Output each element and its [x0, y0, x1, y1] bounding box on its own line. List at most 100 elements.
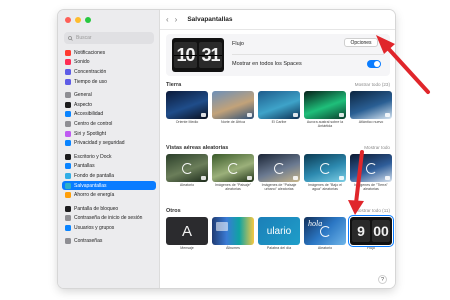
thumbnail-caption: Aurora austral sobre la Antártida: [306, 120, 344, 129]
sidebar-item[interactable]: Siri y Spotlight: [62, 129, 156, 139]
sidebar-item[interactable]: Privacidad y seguridad: [62, 138, 156, 148]
thumbnail-image: [304, 91, 346, 119]
search-field[interactable]: [64, 32, 154, 44]
lock-icon: [65, 205, 71, 212]
screensaver-thumbnail[interactable]: Imágenes de "Bajo el agua" aleatorias: [304, 154, 346, 192]
thumbnail-caption: Imágenes de "Bajo el agua" aleatorias: [307, 183, 343, 192]
sidebar-item[interactable]: Tiempo de uso: [62, 77, 156, 87]
sidebar-item[interactable]: Centro de control: [62, 119, 156, 129]
search-input[interactable]: [76, 35, 151, 41]
options-button[interactable]: Opciones: [344, 38, 378, 47]
thumbnail-caption: Álbumes: [226, 246, 240, 250]
window-controls: [65, 17, 91, 23]
sidebar-item-label: Fondo de pantalla: [74, 172, 115, 179]
screensaver-thumbnail[interactable]: ulario Palabra del día: [258, 217, 300, 250]
thumbnail-caption: Norte de África: [221, 120, 245, 124]
appearance-icon: [65, 101, 71, 108]
sidebar-item-label: Concentración: [74, 68, 107, 75]
thumbnail-image: hola: [304, 217, 346, 245]
screensaver-thumbnail[interactable]: Imágenes de "Paisaje" aleatorias: [212, 154, 254, 192]
forward-chevron-icon[interactable]: ›: [175, 15, 178, 24]
thumbnail-image: [350, 154, 392, 182]
thumbnail-image: [350, 91, 392, 119]
sidebar-item-label: Centro de control: [74, 120, 113, 127]
sidebar-item[interactable]: General: [62, 90, 156, 100]
screensaver-thumbnail[interactable]: Atlántico nuevo: [350, 91, 392, 129]
video-badge-icon: [385, 176, 390, 180]
photo-collage-icon: [216, 222, 228, 231]
thumbnail-caption: Atlántico nuevo: [358, 120, 384, 124]
thumbnail-caption: Imágenes de "Paisaje urbano" aleatorias: [261, 183, 297, 192]
screensaver-thumbnail[interactable]: Oriente Medio: [166, 91, 208, 129]
close-button[interactable]: [65, 17, 71, 23]
sidebar-item[interactable]: Escritorio y Dock: [62, 152, 156, 162]
screensaver-thumbnail[interactable]: Imágenes de "Paisaje urbano" aleatorias: [258, 154, 300, 192]
users-icon: [65, 224, 71, 231]
sidebar-item-label: Salvapantallas: [74, 182, 107, 189]
sidebar-item[interactable]: Accesibilidad: [62, 110, 156, 120]
zoom-button[interactable]: [85, 17, 91, 23]
sidebar-item-label: Usuarios y grupos: [74, 224, 115, 231]
screensaver-thumbnail[interactable]: hola Aleatorio: [304, 217, 346, 250]
back-chevron-icon[interactable]: ‹: [166, 15, 169, 24]
sidebar-item-label: Accesibilidad: [74, 111, 104, 118]
shuffle-icon: [273, 162, 285, 174]
bell-icon: [65, 49, 71, 56]
message-text: A: [181, 222, 192, 240]
sidebar-item[interactable]: Salvapantallas: [62, 180, 156, 191]
screensaver-thumbnail[interactable]: A Mensaje: [166, 217, 208, 250]
thumbnail-row: Oriente Medio Norte de África El Caribe Aur…: [166, 91, 392, 129]
sidebar-item[interactable]: Ahorro de energía: [62, 190, 156, 200]
sidebar-item[interactable]: Aspecto: [62, 100, 156, 110]
sidebar-item[interactable]: Usuarios y grupos: [62, 223, 156, 233]
thumbnail-image: [258, 91, 300, 119]
sidebar-item-label: Contraseñas: [74, 238, 103, 245]
spaces-label: Mostrar en todos los Spaces: [232, 61, 302, 67]
sidebar-item[interactable]: Concentración: [62, 67, 156, 77]
sidebar-item-label: Privacidad y seguridad: [74, 140, 125, 147]
key-icon: [65, 238, 71, 245]
thumbnail-image: [212, 154, 254, 182]
thumbnail-row: A Mensaje Álbumes ulario Palabra del día hola…: [166, 215, 394, 250]
thumbnail-caption: Imágenes de "Paisaje" aleatorias: [214, 183, 252, 192]
spaces-toggle[interactable]: [367, 60, 381, 68]
screensaver-thumbnail[interactable]: Aleatorio: [166, 154, 208, 192]
screensaver-thumbnail[interactable]: Norte de África: [212, 91, 254, 129]
minimize-button[interactable]: [75, 17, 81, 23]
shuffle-icon: [227, 162, 239, 174]
sidebar-item-label: Pantalla de bloqueo: [74, 205, 119, 212]
sidebar-item[interactable]: Fondo de pantalla: [62, 171, 156, 181]
show-all-link[interactable]: Mostrar todo: [364, 145, 390, 150]
flip-clock-preview[interactable]: 10 31: [172, 38, 224, 72]
screensaver-thumbnail[interactable]: Aurora austral sobre la Antártida: [304, 91, 346, 129]
random-text: hola: [308, 219, 323, 228]
show-all-link[interactable]: Mostrar todo (11): [355, 208, 390, 213]
accessibility-icon: [65, 111, 71, 118]
thumbnail-image: [166, 154, 208, 182]
show-all-link[interactable]: Mostrar todo (23): [355, 82, 390, 87]
main-pane: ‹ › Salvapantallas 10 31 Flujo Opciones …: [160, 10, 395, 288]
sidebar-item[interactable]: Pantalla de bloqueo: [62, 204, 156, 214]
sidebar-item-label: Ahorro de energía: [74, 192, 115, 199]
sidebar-item-label: Notificaciones: [74, 49, 106, 56]
flip-digit: 9: [352, 220, 370, 242]
sidebar-item-label: Siri y Spotlight: [74, 130, 106, 137]
sidebar-item[interactable]: Notificaciones: [62, 48, 156, 58]
divider: [232, 54, 384, 55]
sidebar-item[interactable]: Sonido: [62, 58, 156, 68]
screensaver-thumbnail[interactable]: 9 00 Flujo: [348, 215, 394, 250]
sidebar-item[interactable]: Pantallas: [62, 162, 156, 172]
thumbnail-caption: Flujo: [367, 246, 375, 250]
wallpaper-icon: [65, 172, 71, 179]
sidebar-item[interactable]: Contraseñas: [62, 237, 156, 247]
screensaver-thumbnail[interactable]: Imágenes de "Tierra" aleatorias: [350, 154, 392, 192]
page-title: Salvapantallas: [187, 16, 233, 23]
screensaver-thumbnail[interactable]: Álbumes: [212, 217, 254, 250]
thumbnail-caption: Imágenes de "Tierra" aleatorias: [354, 183, 388, 192]
section-title: Vistas aéreas aleatorias: [166, 145, 229, 151]
help-button[interactable]: ?: [378, 275, 387, 284]
screensaver-thumbnail[interactable]: El Caribe: [258, 91, 300, 129]
clock-hours: 10: [174, 42, 197, 68]
sidebar-item[interactable]: Contraseña de inicio de sesión: [62, 214, 156, 224]
video-badge-icon: [201, 113, 206, 117]
